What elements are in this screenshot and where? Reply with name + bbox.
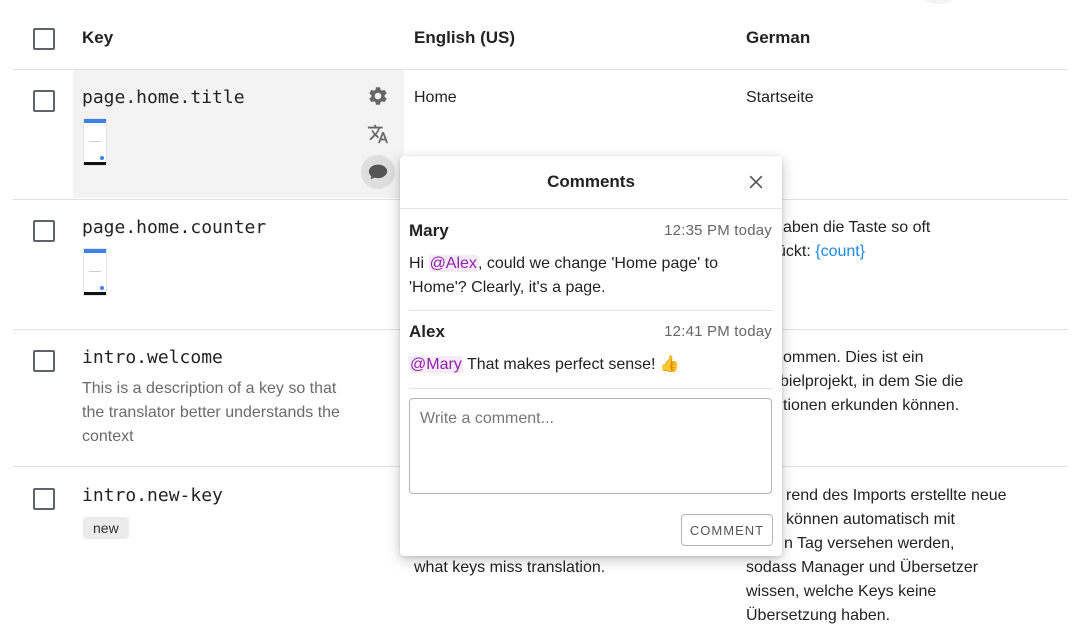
key-description: This is a description of a key so that t… bbox=[82, 380, 340, 445]
row-checkbox[interactable] bbox=[33, 350, 55, 372]
comment-author: Mary bbox=[409, 221, 449, 240]
divider bbox=[409, 388, 773, 389]
key-name[interactable]: intro.welcome bbox=[82, 347, 223, 368]
placeholder-param: {count} bbox=[815, 243, 866, 260]
comment-text: @Mary That makes perfect sense! 👍 bbox=[409, 356, 680, 373]
popover-title: Comments bbox=[547, 172, 635, 191]
column-header-key[interactable]: Key bbox=[82, 28, 113, 48]
screenshot-thumbnail[interactable] bbox=[83, 118, 107, 166]
translation-german[interactable]: ommen. Dies ist ein bielprojekt, in dem … bbox=[780, 346, 963, 418]
tag-badge[interactable]: new bbox=[83, 517, 129, 539]
comments-popover: Comments Mary 12:35 PM today Hi @Alex, c… bbox=[400, 156, 782, 556]
translation-german[interactable]: Startseite bbox=[746, 86, 814, 110]
key-name[interactable]: page.home.counter bbox=[82, 217, 266, 238]
divider bbox=[400, 208, 782, 209]
divider bbox=[409, 310, 773, 311]
comment-time: 12:35 PM today bbox=[664, 222, 772, 239]
row-checkbox[interactable] bbox=[33, 220, 55, 242]
translate-icon[interactable] bbox=[367, 123, 389, 145]
screenshot-thumbnail[interactable] bbox=[83, 248, 107, 296]
user-mention[interactable]: @Alex bbox=[428, 255, 478, 272]
key-name[interactable]: page.home.title bbox=[82, 87, 245, 108]
comment-text: Hi @Alex, could we change 'Home page' to… bbox=[409, 255, 718, 296]
close-icon[interactable] bbox=[746, 172, 766, 192]
select-all-checkbox[interactable] bbox=[33, 28, 55, 50]
comment-author: Alex bbox=[409, 322, 445, 341]
column-header-english[interactable]: English (US) bbox=[414, 28, 515, 48]
comment-button[interactable] bbox=[361, 155, 395, 189]
key-name[interactable]: intro.new-key bbox=[82, 485, 223, 506]
translation-german[interactable]: rend des Imports erstellte neue können a… bbox=[746, 484, 1046, 628]
comment-icon bbox=[367, 161, 389, 183]
row-checkbox[interactable] bbox=[33, 488, 55, 510]
row-checkbox[interactable] bbox=[33, 90, 55, 112]
column-header-german[interactable]: German bbox=[746, 28, 810, 48]
gear-icon[interactable] bbox=[367, 85, 389, 107]
translation-english[interactable]: what keys miss translation. bbox=[414, 556, 605, 580]
comment-time: 12:41 PM today bbox=[664, 323, 772, 340]
translation-english[interactable]: Home bbox=[414, 86, 457, 110]
comment-input[interactable] bbox=[409, 398, 772, 494]
translation-german[interactable]: aben die Taste so oft ückt: {count} bbox=[777, 216, 930, 264]
avatar-edge bbox=[918, 0, 960, 4]
submit-comment-button[interactable]: COMMENT bbox=[681, 514, 773, 546]
user-mention[interactable]: @Mary bbox=[409, 356, 463, 373]
